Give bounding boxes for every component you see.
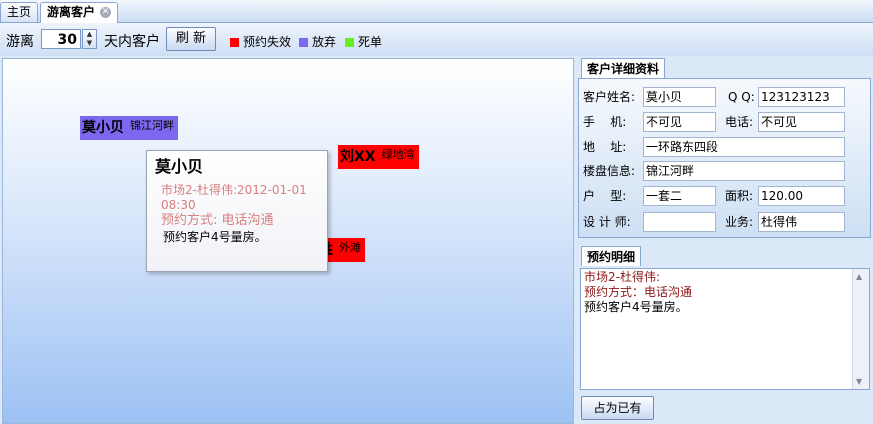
tooltip-appointment-time: 市场2-杜得伟:2012-01-01: [161, 183, 307, 197]
appointment-text: 市场2-杜得伟: 预约方式：电话沟通 预约客户4号量房。: [584, 270, 852, 315]
legend-swatch-dead: [345, 38, 354, 47]
days-suffix-label: 天内客户: [104, 34, 160, 50]
qq-field: 123123123: [758, 87, 845, 107]
area-label: 面积:: [725, 189, 754, 203]
address-label: 地 址:: [583, 140, 627, 154]
toolbar: 游离 30 ▲ ▼ 天内客户 刷 新 预约失效 放弃 死单: [0, 23, 873, 56]
name-field: 莫小贝: [643, 87, 716, 107]
qq-label: Q Q:: [728, 90, 755, 104]
designer-field: [643, 212, 716, 232]
appointment-notes: 市场2-杜得伟: 预约方式：电话沟通 预约客户4号量房。 ▲ ▼: [580, 268, 870, 390]
client-location: 绿地湾: [381, 148, 415, 161]
tab-free-clients-label: 游离客户: [47, 5, 96, 19]
legend-swatch-abandoned: [299, 38, 308, 47]
sales-label: 业务:: [725, 215, 754, 229]
legend-expired: 预约失效: [230, 33, 291, 50]
tab-appointment-detail[interactable]: 预约明细: [581, 246, 642, 266]
phone-field: 不可见: [758, 112, 845, 132]
layout-field: 一套二: [643, 186, 716, 206]
tab-client-detail[interactable]: 客户详细资料: [581, 58, 666, 78]
client-name: 刘XX: [340, 149, 376, 165]
tooltip-remark: 预约客户4号量房。: [163, 230, 267, 244]
days-input[interactable]: 30: [41, 29, 81, 49]
stepper-down-icon[interactable]: ▼: [83, 39, 96, 48]
designer-label: 设 计 师:: [583, 215, 631, 229]
tab-home-label: 主页: [7, 5, 32, 19]
mobile-label: 手 机:: [583, 115, 627, 129]
tooltip-appointment-method: 预约方式: 电话沟通: [161, 213, 274, 228]
tab-bar: 主页 游离客户 ✕: [0, 0, 873, 23]
legend-expired-label: 预约失效: [243, 35, 292, 49]
stepper-up-icon[interactable]: ▲: [83, 30, 96, 39]
building-field: 锦江河畔: [643, 161, 845, 181]
legend-abandoned: 放弃: [299, 33, 336, 50]
appointment-line-2: 预约方式：电话沟通: [584, 285, 693, 299]
legend-swatch-expired: [230, 38, 239, 47]
appointment-line-1: 市场2-杜得伟:: [584, 270, 661, 284]
client-tooltip: 莫小贝 市场2-杜得伟:2012-01-01 08:30 预约方式: 电话沟通 …: [146, 150, 328, 272]
phone-label: 电话:: [725, 115, 754, 129]
mobile-field: 不可见: [643, 112, 716, 132]
client-location: 外滩: [339, 241, 361, 254]
scroll-down-icon[interactable]: ▼: [856, 377, 862, 386]
tab-free-clients[interactable]: 游离客户 ✕: [40, 2, 119, 23]
name-label: 客户姓名:: [583, 90, 636, 104]
area-field: 120.00: [758, 186, 845, 206]
notes-scrollbar[interactable]: ▲ ▼: [852, 269, 869, 389]
days-prefix-label: 游离: [6, 34, 34, 50]
appointment-line-3: 预约客户4号量房。: [584, 300, 688, 314]
days-stepper[interactable]: ▲ ▼: [82, 29, 97, 49]
tab-home[interactable]: 主页: [0, 2, 39, 22]
client-tag-1[interactable]: 刘XX 绿地湾: [338, 145, 419, 169]
address-field: 一环路东四段: [643, 137, 845, 157]
client-tag-0[interactable]: 莫小贝 锦江河畔: [80, 116, 178, 140]
layout-label: 户 型:: [583, 189, 627, 203]
sales-field: 杜得伟: [758, 212, 845, 232]
tooltip-appointment-time-cont: 08:30: [161, 198, 196, 212]
scroll-up-icon[interactable]: ▲: [856, 272, 862, 281]
client-location: 锦江河畔: [130, 119, 174, 132]
tooltip-client-name: 莫小贝: [155, 157, 204, 176]
claim-client-button[interactable]: 占为已有: [581, 396, 654, 420]
client-name: 莫小贝: [82, 120, 124, 136]
legend-abandoned-label: 放弃: [312, 35, 337, 49]
refresh-button[interactable]: 刷 新: [166, 27, 216, 51]
close-icon[interactable]: ✕: [100, 7, 112, 18]
legend-dead: 死单: [345, 33, 382, 50]
legend-dead-label: 死单: [358, 35, 383, 49]
building-label: 楼盘信息:: [583, 164, 636, 178]
